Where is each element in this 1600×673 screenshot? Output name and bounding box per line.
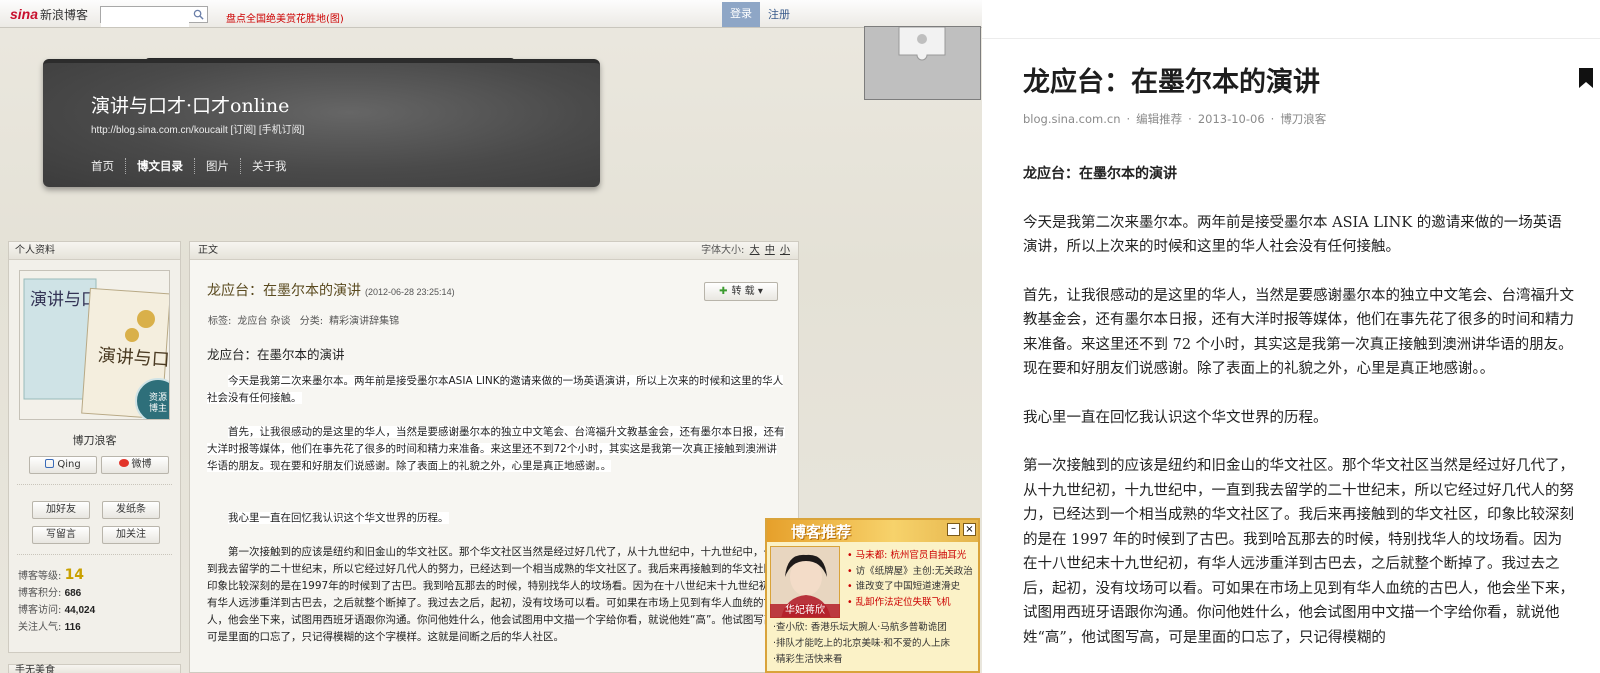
source-domain[interactable]: blog.sina.com.cn xyxy=(1023,112,1121,126)
reader-view: 龙应台：在墨尔本的演讲 blog.sina.com.cn · 编辑推荐 · 2013-1… xyxy=(982,0,1600,673)
sina-logo-text: 新浪博客 xyxy=(40,8,89,22)
recommend-link[interactable]: ·查小欣: 香港乐坛大腕人·马航多普勒诡团 xyxy=(773,620,950,636)
font-size-small[interactable]: 小 xyxy=(780,245,790,256)
close-button[interactable]: × xyxy=(963,523,976,536)
blog-title[interactable]: 演讲与口才·口才online xyxy=(91,91,289,118)
reader-title: 龙应台：在墨尔本的演讲 xyxy=(1023,67,1320,98)
add-friend-button[interactable]: 加好友 xyxy=(32,501,90,519)
send-note-button[interactable]: 发纸条 xyxy=(102,501,160,519)
bookmark-icon[interactable] xyxy=(1578,68,1594,88)
plus-icon: ✚ xyxy=(719,286,728,297)
minimize-button[interactable]: – xyxy=(947,523,960,536)
register-link[interactable]: 注册 xyxy=(768,2,790,27)
recommend-link[interactable]: • 乱卸作法定位失联飞机 xyxy=(847,595,973,611)
stat-visits: 博客访问: 44,024 xyxy=(18,605,96,616)
blog-header-blackboard: 演讲与口才·口才online http://blog.sina.com.cn/k… xyxy=(43,59,600,187)
article-panel-title: 正文 字体大小: 大 中 小 xyxy=(190,242,798,260)
recommend-more-links: ·查小欣: 香港乐坛大腕人·马航多普勒诡团 ·排队才能吃上的北京美味·和不爱的人… xyxy=(773,620,950,668)
article-paragraph: 首先，让我很感动的是这里的华人，当然是要感谢墨尔本的独立中文笔会、台湾福升文教基… xyxy=(207,426,785,472)
nav-photos[interactable]: 图片 xyxy=(194,158,240,174)
blog-recommend-popup: 博客推荐 – × 华妃蒋欣 • 马未都: 杭州官员自抽耳光 • 访《纸牌屋》主创:无… xyxy=(765,518,980,673)
top-bar: sina 新浪博客 盘点全国绝美赏花胜地(图) 登录 注册 xyxy=(0,0,982,28)
article-paragraph: 第一次接触到的应该是纽约和旧金山的华文社区。那个华文社区当然是经过好几代了，从十… xyxy=(207,546,785,643)
reader-meta: blog.sina.com.cn · 编辑推荐 · 2013-10-06 · 博刀浪客 xyxy=(1023,112,1327,126)
repost-button[interactable]: ✚ 转 载 ▾ xyxy=(704,282,778,301)
author-name[interactable]: 博刀浪客 xyxy=(1280,112,1326,126)
stat-popularity: 关注人气: 116 xyxy=(18,622,81,633)
search-box xyxy=(100,6,208,27)
stat-level: 博客等级: 14 xyxy=(18,567,85,583)
leave-message-button[interactable]: 写留言 xyxy=(32,526,90,544)
recommend-title: 博客推荐 xyxy=(791,523,852,541)
article-subtitle: 龙应台：在墨尔本的演讲 xyxy=(207,347,345,362)
editor-pick: 编辑推荐 xyxy=(1136,112,1183,126)
reader-body: 龙应台：在墨尔本的演讲 今天是我第二次来墨尔本。两年前是接受墨尔本 ASIA L… xyxy=(1023,162,1575,673)
nav-home[interactable]: 首页 xyxy=(91,158,125,174)
login-button[interactable]: 登录 xyxy=(722,2,760,27)
blog-url[interactable]: http://blog.sina.com.cn/koucailt [订阅] [手… xyxy=(91,121,304,136)
reader-paragraph: 第一次接触到的应该是纽约和旧金山的华文社区。那个华文社区当然是经过好几代了，从十… xyxy=(1023,458,1574,646)
follow-button[interactable]: 加关注 xyxy=(102,526,160,544)
stat-level-value: 14 xyxy=(64,567,85,583)
reader-top-divider xyxy=(982,38,1600,39)
recommend-link[interactable]: ·排队才能吃上的北京美味·和不爱的人上床 xyxy=(773,636,950,652)
recommend-link[interactable]: • 访《纸牌屋》主创:无关政治 xyxy=(847,564,973,580)
blog-page: sina 新浪博客 盘点全国绝美赏花胜地(图) 登录 注册 演讲与口才·口才onl… xyxy=(0,0,982,673)
avatar[interactable]: 演讲与口才 演讲与口才 资源 博主 xyxy=(19,270,170,420)
article-panel-label: 正文 xyxy=(198,245,218,256)
reader-paragraph: 今天是我第二次来墨尔本。两年前是接受墨尔本 ASIA LINK 的邀请来做的一场… xyxy=(1023,214,1562,256)
photo-caption[interactable]: 华妃蒋欣 xyxy=(770,604,840,618)
profile-sidebar: 个人资料 演讲与口才 演讲与口才 资源 博主 博刀浪客 Qing 微博 加好友 … xyxy=(8,241,181,653)
article-date: (2012-06-28 23:25:14) xyxy=(365,287,455,297)
font-size-large[interactable]: 大 xyxy=(750,245,760,256)
font-size-medium[interactable]: 中 xyxy=(765,245,775,256)
font-size-control: 字体大小: 大 中 小 xyxy=(701,245,790,256)
blog-stats: 博客等级: 14 博客积分: 686 博客访问: 44,024 关注人气: 11… xyxy=(18,567,95,636)
qing-button[interactable]: Qing xyxy=(29,456,97,474)
profile-panel-title: 个人资料 xyxy=(9,242,180,260)
recommend-link[interactable]: ·精彩生活快来看 xyxy=(773,652,950,668)
nav-about[interactable]: 关于我 xyxy=(240,158,298,174)
profile-panel: 个人资料 演讲与口才 演讲与口才 资源 博主 博刀浪客 Qing 微博 加好友 … xyxy=(9,242,180,651)
blog-nav: 首页 博文目录 图片 关于我 xyxy=(91,158,298,174)
category-link[interactable]: 精彩演讲辞集锦 xyxy=(329,316,399,327)
article-paragraph: 我心里一直在回忆我认识这个华文世界的历程。 xyxy=(228,512,449,524)
article-paragraph: 今天是我第二次来墨尔本。两年前是接受墨尔本ASIA LINK的邀请来做的一场英语… xyxy=(207,375,784,404)
weibo-icon xyxy=(118,459,129,467)
tag-links[interactable]: 龙应台 杂谈 xyxy=(237,316,290,327)
missing-plugin-box xyxy=(864,26,981,100)
divider xyxy=(17,554,172,555)
sidebar-next-panel-title: 手无美食 xyxy=(8,664,181,673)
stat-points: 博客积分: 686 xyxy=(18,588,82,599)
resource-blogger-badge: 资源 博主 xyxy=(148,393,167,414)
article-tags: 标签: 龙应台 杂谈 分类: 精彩演讲辞集锦 xyxy=(208,316,400,327)
blogger-name[interactable]: 博刀浪客 xyxy=(9,432,180,448)
dropdown-arrow-icon: ▾ xyxy=(757,286,763,297)
reader-lead: 龙应台：在墨尔本的演讲 xyxy=(1023,166,1177,182)
qing-label: Qing xyxy=(57,459,81,470)
search-icon[interactable] xyxy=(193,9,204,20)
article-title: 龙应台：在墨尔本的演讲 (2012-06-28 23:25:14) xyxy=(207,283,455,299)
promo-link[interactable]: 盘点全国绝美赏花胜地(图) xyxy=(226,10,344,25)
search-input[interactable] xyxy=(101,11,189,27)
reader-paragraph: 首先，让我很感动的是这里的华人，当然是要感谢墨尔本的独立中文笔会、台湾福升文教基… xyxy=(1023,287,1574,378)
recommend-header: 博客推荐 – × xyxy=(767,520,978,542)
recommend-links: • 马未都: 杭州官员自抽耳光 • 访《纸牌屋》主创:无关政治 • 谁改变了中国短道速… xyxy=(847,548,973,610)
reader-paragraph: 我心里一直在回忆我认识这个华文世界的历程。 xyxy=(1023,409,1328,426)
puzzle-piece-icon xyxy=(898,27,946,61)
qing-icon xyxy=(45,459,55,468)
recommend-link[interactable]: • 谁改变了中国短道速滑史 xyxy=(847,579,973,595)
nav-article-list[interactable]: 博文目录 xyxy=(125,158,194,174)
weibo-button[interactable]: 微博 xyxy=(101,456,169,474)
weibo-label: 微博 xyxy=(131,459,152,470)
sina-blog-logo[interactable]: sina 新浪博客 xyxy=(10,6,88,23)
publish-date: 2013-10-06 xyxy=(1197,112,1265,126)
sina-logo-mark: sina xyxy=(10,6,39,22)
divider xyxy=(17,484,172,485)
article-panel: 正文 字体大小: 大 中 小 龙应台：在墨尔本的演讲 (2012-06-28 23… xyxy=(189,241,799,673)
recommend-link[interactable]: • 马未都: 杭州官员自抽耳光 xyxy=(847,548,973,564)
